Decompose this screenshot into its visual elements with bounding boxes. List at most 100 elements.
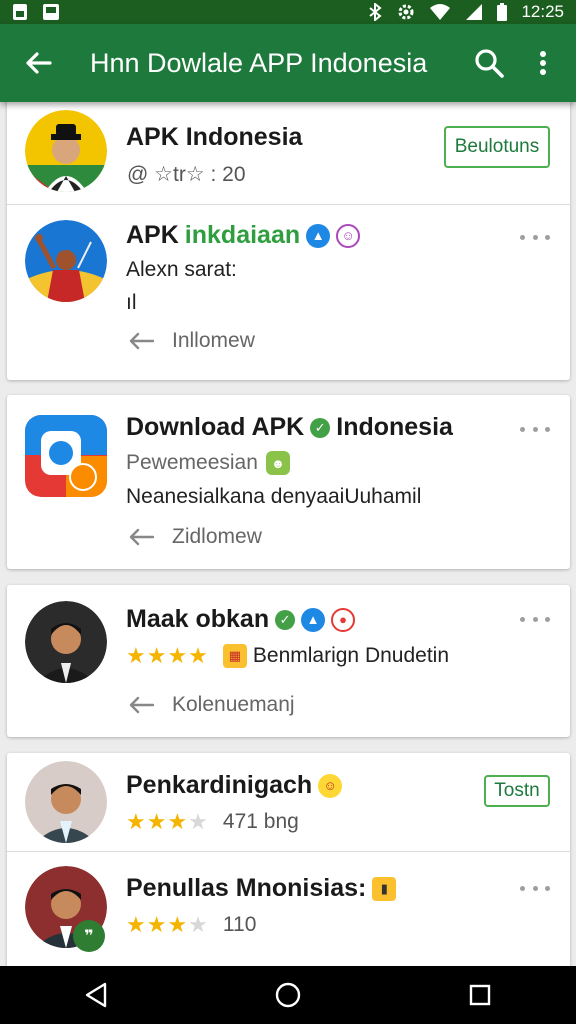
list-item[interactable]: ❞ Penullas Mnonisias: ▮ ★★★★ 110: [7, 852, 570, 966]
item-rating: @ ☆tr☆ : 20: [127, 162, 246, 187]
app-icon: [25, 415, 107, 497]
item-rating: ★★★★ 110: [126, 912, 256, 938]
page-title: Hnn Dowlale APP Indonesia: [90, 47, 428, 78]
list-item[interactable]: APK Indonesia @ ☆tr☆ : 20 Beulotuns: [7, 102, 570, 204]
phone-badge-icon: ▮: [372, 876, 397, 901]
rating-text: Benmlarign Dnudetin: [252, 644, 450, 667]
emoji-badge-icon: ☺: [318, 773, 343, 798]
more-options-button[interactable]: [520, 227, 550, 247]
item-subtitle: Pewemeesian ☻: [126, 451, 290, 475]
follow-link[interactable]: Zidlomew: [128, 525, 262, 549]
check-badge-icon: ✓: [310, 417, 331, 438]
item-name: Penullas Mnonisias: ▮: [126, 874, 397, 903]
bluetooth-icon: [367, 3, 383, 21]
action-button[interactable]: Tostn: [484, 775, 550, 807]
item-name: APK inkdaiaan ▲ ☺: [126, 221, 361, 250]
item-name: APK Indonesia: [126, 123, 302, 152]
item-name-text: Maak obkan: [126, 605, 270, 633]
smiley-badge-icon: ☺: [336, 223, 361, 248]
follow-label: Zidlomew: [172, 525, 262, 548]
gallery-icon: [42, 3, 60, 21]
rating-text: 110: [222, 913, 257, 936]
rating-text: @ ☆tr☆ : 20: [127, 163, 246, 186]
system-nav-bar: [0, 966, 576, 1024]
item-rating: ★★★★ 471 bng: [126, 809, 299, 835]
sim-icon: [12, 3, 28, 21]
item-line1: Alexn sarat:: [126, 258, 237, 281]
arrow-back-icon: [26, 52, 52, 74]
follow-label: Kolenuemanj: [172, 693, 295, 716]
item-name: Maak obkan ✓ ▲ ●: [126, 605, 356, 634]
game-badge-icon: ▦: [222, 644, 247, 668]
status-right: 12:25: [367, 2, 564, 22]
wifi-icon: [429, 3, 451, 21]
result-card-4: Penkardinigach ☺ ★★★★ 471 bng Tostn ❞ Pe…: [7, 753, 570, 966]
star-rating: ★★★★: [126, 912, 209, 937]
action-button-label: Beulotuns: [454, 136, 540, 157]
verified-badge-icon: ▲: [306, 223, 331, 248]
more-options-button[interactable]: [520, 878, 550, 898]
follow-link[interactable]: Inllomew: [128, 329, 255, 353]
star-rating: ★★★★: [126, 643, 209, 668]
follow-label: Inllomew: [172, 329, 255, 352]
result-card-2: Download APK ✓ Indonesia Pewemeesian ☻ N…: [7, 395, 570, 569]
item-line2: ıl: [126, 291, 137, 314]
more-options-button[interactable]: [520, 419, 550, 439]
avatar: [25, 761, 107, 843]
nav-home-button[interactable]: [258, 966, 318, 1024]
item-name-suffix: Indonesia: [336, 413, 453, 441]
nav-recents-icon: [469, 984, 491, 1006]
rating-text: 471 bng: [222, 810, 299, 833]
item-name-text: Download APK: [126, 413, 305, 441]
item-detail: Neanesialkana denyaaiUuhamil: [126, 485, 421, 509]
item-name-text: Penullas Mnonisias:: [126, 874, 367, 902]
more-options-button[interactable]: [520, 609, 550, 629]
result-card-1: APK Indonesia @ ☆tr☆ : 20 Beulotuns APK …: [7, 102, 570, 380]
item-name-text: Penkardinigach: [126, 771, 313, 799]
item-name: Download APK ✓ Indonesia: [126, 413, 453, 442]
avatar: [25, 110, 107, 192]
settings-icon: [397, 3, 415, 21]
list-item[interactable]: APK inkdaiaan ▲ ☺ Alexn sarat: ıl Inllom…: [7, 205, 570, 380]
nav-home-icon: [275, 982, 301, 1008]
more-vert-icon: [540, 51, 546, 75]
android-badge-icon: ☻: [265, 451, 290, 475]
arrow-left-icon: [129, 332, 154, 350]
item-name: Penkardinigach ☺: [126, 771, 343, 800]
arrow-left-icon: [129, 696, 154, 714]
avatar: [25, 601, 107, 683]
avatar: [25, 220, 107, 302]
item-detail: ıl: [126, 291, 137, 315]
status-bar: 12:25: [0, 0, 576, 24]
results-list[interactable]: APK Indonesia @ ☆tr☆ : 20 Beulotuns APK …: [0, 102, 576, 966]
back-button[interactable]: [0, 24, 76, 102]
item-subtitle: Alexn sarat:: [126, 258, 237, 282]
search-icon: [475, 49, 504, 78]
star-rating: ★★★★: [126, 809, 209, 834]
battery-icon: [497, 3, 508, 21]
nav-recents-button[interactable]: [450, 966, 510, 1024]
list-item[interactable]: Maak obkan ✓ ▲ ● ★★★★ ▦ Benmlarign Dnude…: [7, 585, 570, 737]
item-line1: Pewemeesian: [126, 451, 258, 474]
item-line2: Neanesialkana denyaaiUuhamil: [126, 485, 422, 508]
status-left: [12, 3, 60, 21]
search-button[interactable]: [462, 24, 516, 102]
nav-back-icon: [85, 982, 107, 1008]
record-badge-icon: ●: [331, 607, 356, 632]
list-item[interactable]: Download APK ✓ Indonesia Pewemeesian ☻ N…: [7, 395, 570, 569]
app-bar: Hnn Dowlale APP Indonesia: [0, 24, 576, 102]
result-card-3: Maak obkan ✓ ▲ ● ★★★★ ▦ Benmlarign Dnude…: [7, 585, 570, 737]
item-name-text: APK Indonesia: [126, 123, 303, 151]
item-name-text: APK: [126, 221, 179, 249]
follow-link[interactable]: Kolenuemanj: [128, 693, 295, 717]
status-time: 12:25: [521, 2, 564, 21]
signal-icon: [465, 3, 483, 21]
item-rating: ★★★★ ▦ Benmlarign Dnudetin: [126, 643, 449, 669]
overflow-menu-button[interactable]: [516, 24, 570, 102]
check-badge-icon: ✓: [275, 609, 296, 630]
action-button[interactable]: Beulotuns: [444, 126, 550, 168]
list-item[interactable]: Penkardinigach ☺ ★★★★ 471 bng Tostn: [7, 753, 570, 851]
online-badge-icon: ❞: [73, 920, 105, 952]
verified-badge-icon: ▲: [301, 607, 326, 632]
nav-back-button[interactable]: [66, 966, 126, 1024]
